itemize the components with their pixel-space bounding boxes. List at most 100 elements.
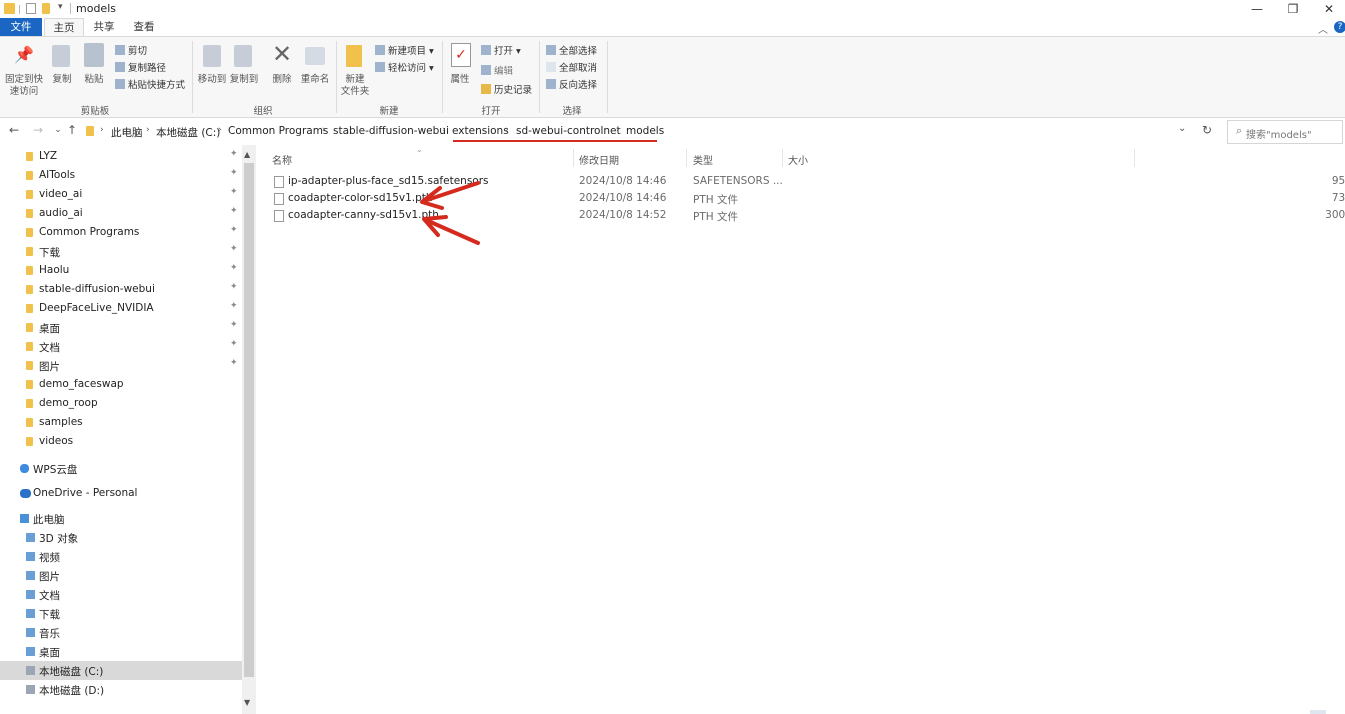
copy-to-button[interactable]: 复制到 [227, 71, 261, 85]
select-none-button[interactable]: 全部取消 [546, 60, 597, 74]
up-arrow-icon[interactable]: ↑ [64, 122, 80, 138]
crumb-extensions[interactable]: extensions [452, 125, 509, 137]
scroll-up-icon[interactable]: ▲ [244, 150, 250, 159]
new-folder-icon[interactable] [346, 45, 362, 67]
pin-icon[interactable]: ✦ [230, 149, 238, 159]
pin-icon[interactable]: ✦ [230, 225, 238, 235]
nav-scrollbar-thumb[interactable] [244, 163, 254, 677]
select-all-button[interactable]: 全部选择 [546, 43, 597, 57]
crumb-common-programs[interactable]: Common Programs [228, 125, 328, 137]
column-divider[interactable] [573, 149, 574, 167]
nav-item[interactable]: Common Programs ✦ [0, 223, 242, 242]
nav-item[interactable]: 桌面 ✦ [0, 318, 242, 337]
column-divider[interactable] [782, 149, 783, 167]
search-box[interactable]: ⌕ 搜索"models" [1227, 120, 1343, 144]
column-size[interactable]: 大小 [788, 152, 808, 167]
paste-icon[interactable] [84, 43, 104, 67]
crumb-stable-diffusion-webui[interactable]: stable-diffusion-webui [333, 125, 449, 137]
nav-pc-item[interactable]: 桌面 [0, 642, 242, 661]
nav-pc-item[interactable]: 视频 [0, 547, 242, 566]
rename-button[interactable]: 重命名 [299, 71, 331, 85]
paste-shortcut-button[interactable]: 粘贴快捷方式 [115, 77, 185, 91]
nav-item[interactable]: LYZ ✦ [0, 147, 242, 166]
nav-item-wps[interactable]: WPS云盘 [0, 459, 242, 478]
crumb-sd-webui-controlnet[interactable]: sd-webui-controlnet [516, 125, 621, 137]
forward-arrow-icon[interactable]: → [30, 122, 46, 138]
pin-icon[interactable]: ✦ [230, 187, 238, 197]
new-item-button[interactable]: 新建项目 ▾ [375, 43, 434, 57]
nav-item[interactable]: 图片 ✦ [0, 356, 242, 375]
new-folder-quick-icon[interactable] [42, 3, 50, 14]
nav-pc-item[interactable]: 本地磁盘 (C:) [0, 661, 242, 680]
copy-to-icon[interactable] [234, 45, 252, 67]
column-divider[interactable] [686, 149, 687, 167]
nav-item[interactable]: demo_roop [0, 394, 242, 413]
nav-pc-item[interactable]: 图片 [0, 566, 242, 585]
pin-quick-access-label-2[interactable]: 速访问 [2, 83, 46, 97]
nav-item[interactable]: 下载 ✦ [0, 242, 242, 261]
easy-access-button[interactable]: 轻松访问 ▾ [375, 60, 434, 74]
nav-item-this-pc[interactable]: 此电脑 [0, 509, 242, 528]
nav-pc-item[interactable]: 文档 [0, 585, 242, 604]
nav-item[interactable]: video_ai ✦ [0, 185, 242, 204]
view-toggle[interactable] [1310, 710, 1326, 714]
column-type[interactable]: 类型 [693, 152, 713, 167]
nav-pc-item[interactable]: 3D 对象 [0, 528, 242, 547]
edit-button[interactable]: 编辑 [481, 63, 513, 77]
move-to-button[interactable]: 移动到 [195, 71, 229, 85]
minimize-button[interactable]: — [1239, 0, 1275, 18]
help-icon[interactable]: ? [1334, 21, 1345, 33]
invert-selection-button[interactable]: 反向选择 [546, 77, 597, 91]
tab-share[interactable]: 共享 [86, 18, 122, 36]
nav-item[interactable]: videos [0, 432, 242, 451]
nav-item[interactable]: 文档 ✦ [0, 337, 242, 356]
nav-pc-item[interactable]: 下载 [0, 604, 242, 623]
column-divider[interactable] [1134, 149, 1135, 167]
rename-icon[interactable] [305, 47, 325, 65]
properties-icon[interactable]: ✓ [451, 43, 471, 67]
pin-icon[interactable]: 📌 [14, 45, 34, 65]
copy-path-button[interactable]: 复制路径 [115, 60, 166, 74]
paste-button[interactable]: 粘贴 [80, 71, 108, 85]
pin-icon[interactable]: ✦ [230, 206, 238, 216]
tab-view[interactable]: 查看 [126, 18, 162, 36]
delete-icon[interactable]: ✕ [271, 41, 293, 67]
back-arrow-icon[interactable]: ← [6, 122, 22, 138]
nav-item[interactable]: Haolu ✦ [0, 261, 242, 280]
pin-icon[interactable]: ✦ [230, 320, 238, 330]
column-name[interactable]: 名称 [272, 152, 292, 167]
cut-button[interactable]: 剪切 [115, 43, 147, 57]
nav-item[interactable]: demo_faceswap [0, 375, 242, 394]
collapse-ribbon-icon[interactable]: ︿ [1318, 21, 1328, 36]
nav-item[interactable]: audio_ai ✦ [0, 204, 242, 223]
maximize-button[interactable]: ❐ [1275, 0, 1311, 18]
copy-icon[interactable] [52, 45, 70, 67]
pin-icon[interactable]: ✦ [230, 263, 238, 273]
close-button[interactable]: ✕ [1311, 0, 1345, 18]
pin-icon[interactable]: ✦ [230, 358, 238, 368]
crumb-this-pc[interactable]: 此电脑 [111, 125, 143, 140]
pin-icon[interactable]: ✦ [230, 339, 238, 349]
history-button[interactable]: 历史记录 [481, 82, 532, 96]
move-to-icon[interactable] [203, 45, 221, 67]
refresh-icon[interactable]: ↻ [1199, 123, 1215, 139]
delete-button[interactable]: 删除 [268, 71, 296, 85]
copy-button[interactable]: 复制 [48, 71, 76, 85]
crumb-drive-c[interactable]: 本地磁盘 (C:) [156, 125, 220, 140]
nav-item[interactable]: AITools ✦ [0, 166, 242, 185]
address-bar[interactable]: › 此电脑 › 本地磁盘 (C:) › Common Programs › st… [84, 120, 1194, 142]
pin-icon[interactable]: ✦ [230, 282, 238, 292]
address-dropdown-icon[interactable]: ⌄ [1178, 123, 1186, 134]
tab-file[interactable]: 文件 [0, 18, 42, 36]
scroll-down-icon[interactable]: ▼ [244, 698, 250, 707]
pin-icon[interactable]: ✦ [230, 244, 238, 254]
nav-item[interactable]: samples [0, 413, 242, 432]
open-button[interactable]: 打开 ▾ [481, 43, 521, 57]
nav-item[interactable]: DeepFaceLive_NVIDIA ✦ [0, 299, 242, 318]
pin-icon[interactable]: ✦ [230, 301, 238, 311]
customize-toolbar-icon[interactable]: ▾ [58, 2, 63, 12]
nav-item[interactable]: stable-diffusion-webui ✦ [0, 280, 242, 299]
properties-quick-icon[interactable] [26, 3, 36, 14]
nav-pc-item[interactable]: 本地磁盘 (D:) [0, 680, 242, 699]
nav-item-onedrive[interactable]: OneDrive - Personal [0, 484, 242, 503]
